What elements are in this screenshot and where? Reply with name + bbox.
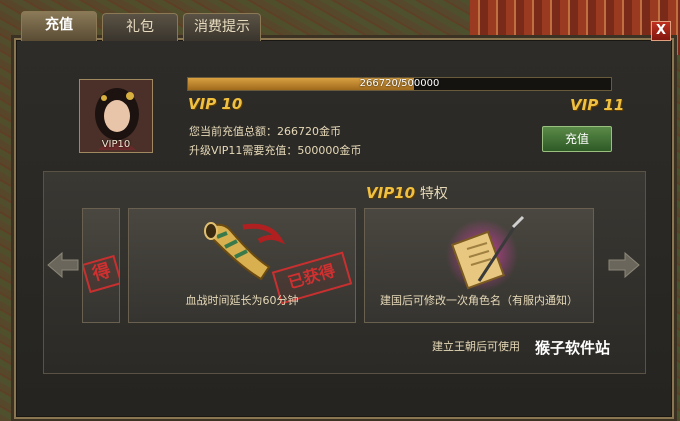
vip-next-level: VIP 11 (570, 96, 625, 114)
progress-text: 266720/500000 (359, 78, 440, 89)
dynasty-usage-note: 建立王朝后可使用 (432, 340, 520, 353)
tab-consumption-tips[interactable]: 消费提示 (183, 13, 261, 41)
portrait-vip-label: VIP10 (101, 139, 131, 150)
recharge-button[interactable]: 充值 (542, 126, 612, 152)
vip-progress-bar: 266720/500000 (187, 77, 612, 91)
arrow-right-icon[interactable] (607, 248, 641, 282)
vip-current-level: VIP 10 (188, 95, 243, 113)
upgrade-requirement-text: 升级VIP11需要充值：500000金币 (189, 144, 362, 157)
privilege-card-previous[interactable]: 得 (82, 208, 120, 323)
total-recharge-text: 您当前充值总额：266720金币 (189, 125, 341, 138)
privilege-title-text: 特权 (419, 186, 448, 202)
arrow-left-icon[interactable] (46, 248, 80, 282)
scroll-quill-icon (446, 215, 525, 291)
privilege-caption: 血战时间延长为60分钟 (185, 294, 299, 307)
avatar: VIP10 (79, 79, 153, 153)
privilege-vip-level: VIP10 (366, 184, 416, 202)
tab-recharge[interactable]: 充值 (21, 11, 97, 41)
obtained-stamp: 得 (83, 254, 119, 294)
privilege-caption: 建国后可修改一次角色名（有服内通知） (380, 294, 578, 307)
privilege-card-rename[interactable]: 建国后可修改一次角色名（有服内通知） (364, 208, 594, 323)
close-button[interactable]: X (651, 21, 671, 41)
watermark: 猴子软件站 (535, 339, 611, 357)
privilege-title: VIP10 特权 (366, 183, 448, 203)
tab-gift-pack[interactable]: 礼包 (102, 13, 178, 41)
privilege-card-battle-time[interactable]: 已获得 血战时间延长为60分钟 (128, 208, 356, 323)
